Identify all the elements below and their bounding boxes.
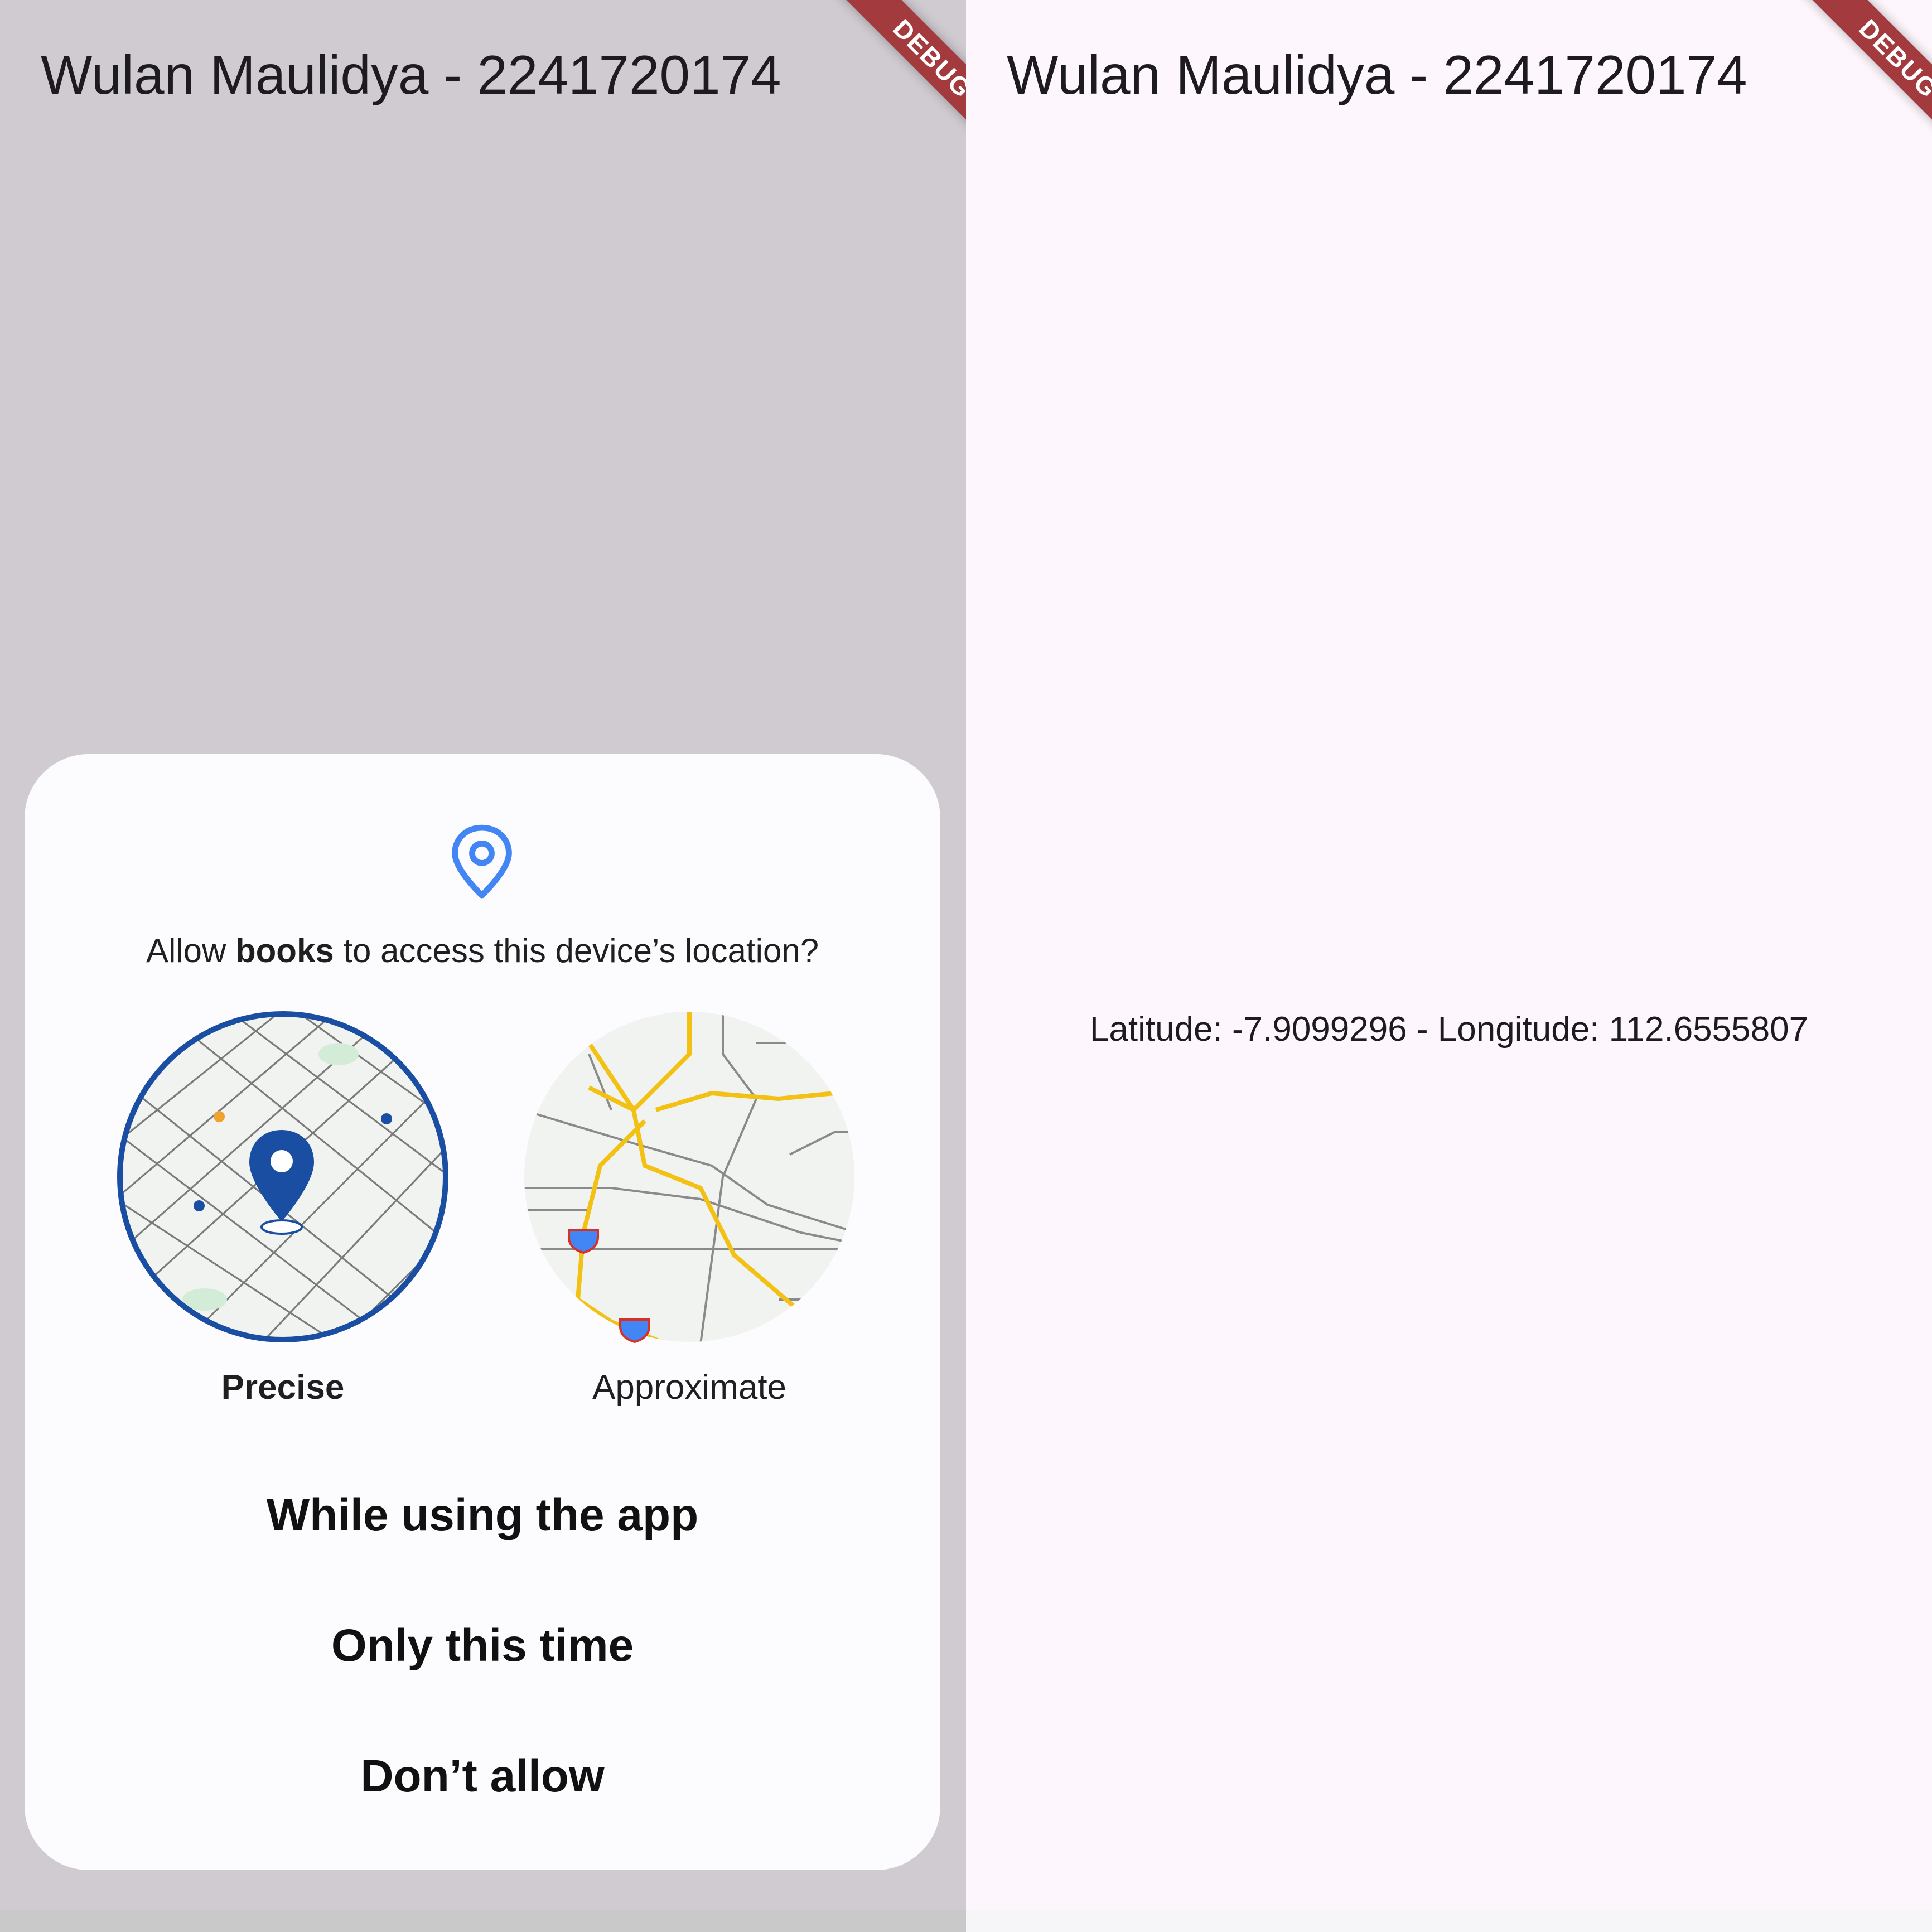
precise-label[interactable]: Precise: [115, 1368, 450, 1407]
approximate-location-option[interactable]: [522, 1010, 857, 1344]
debug-banner: DEBUG: [776, 0, 966, 190]
only-this-time-button[interactable]: Only this time: [25, 1590, 940, 1702]
app-title: Wulan Maulidya - 2241720174: [41, 44, 781, 105]
permission-question: Allow books to access this device’s loca…: [25, 931, 940, 970]
app-title: Wulan Maulidya - 2241720174: [1007, 44, 1747, 105]
left-screen: Wulan Maulidya - 2241720174 DEBUG Allow …: [0, 0, 966, 1932]
debug-banner: DEBUG: [1742, 0, 1932, 190]
question-suffix: to access this device’s location?: [334, 932, 819, 969]
app-name: books: [235, 932, 334, 969]
question-prefix: Allow: [146, 932, 235, 969]
dont-allow-button[interactable]: Don’t allow: [25, 1721, 940, 1832]
navigation-bar: [966, 1910, 1932, 1932]
right-screen: Wulan Maulidya - 2241720174 DEBUG Latitu…: [966, 0, 1932, 1932]
approximate-label[interactable]: Approximate: [522, 1368, 857, 1407]
while-using-the-app-button[interactable]: While using the app: [25, 1460, 940, 1571]
precise-location-option[interactable]: [115, 1010, 450, 1344]
location-coordinates-text: Latitude: -7.9099296 - Longitude: 112.65…: [1089, 1010, 1809, 1049]
location-pin-icon: [452, 824, 512, 899]
navigation-bar: [0, 1910, 966, 1932]
location-permission-dialog: Allow books to access this device’s loca…: [25, 754, 940, 1870]
